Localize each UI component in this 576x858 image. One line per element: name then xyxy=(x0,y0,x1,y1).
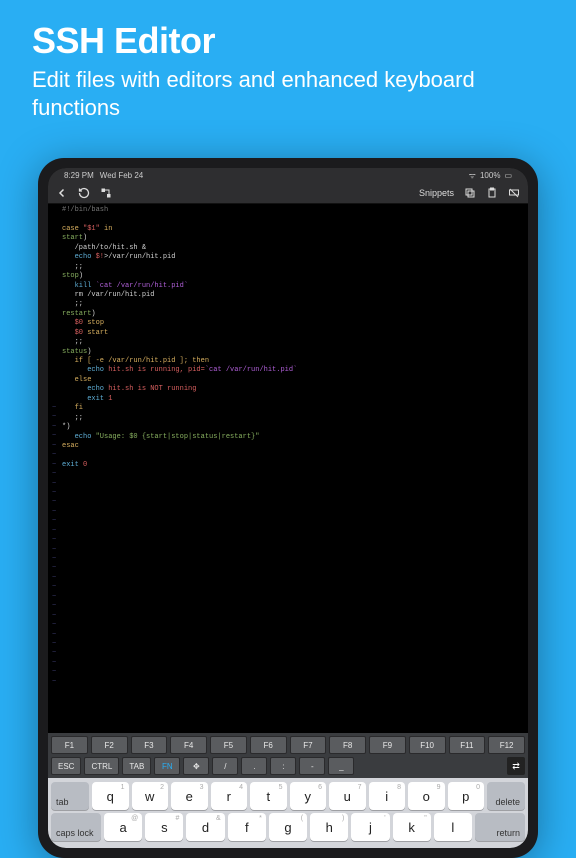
f2-key[interactable]: F2 xyxy=(91,736,128,754)
kb-y[interactable]: 6y xyxy=(290,782,327,810)
wifi-icon: ᯤ xyxy=(469,170,476,181)
kb-h[interactable]: )h xyxy=(310,813,348,841)
kb-j[interactable]: 'j xyxy=(351,813,389,841)
keyboard-hide-icon[interactable] xyxy=(508,187,520,199)
copy-icon[interactable] xyxy=(464,187,476,199)
ctrl-key[interactable]: CTRL xyxy=(84,757,119,775)
fn-key[interactable]: FN xyxy=(154,757,180,775)
soft-keyboard: tab 1q 2w 3e 4r 5t 6y 7u 8i 9o 0p delete… xyxy=(48,778,528,848)
status-bar: 8:29 PM Wed Feb 24 ᯤ 100% ▭ xyxy=(48,168,528,182)
promo-title: SSH Editor xyxy=(32,20,544,62)
kb-s[interactable]: #s xyxy=(145,813,183,841)
status-time: 8:29 PM xyxy=(64,171,94,180)
ctrl-key-row: ESC CTRL TAB FN ✥ / . : - _ ⇄ xyxy=(48,754,528,778)
kb-f[interactable]: *f xyxy=(228,813,266,841)
kb-return[interactable]: return xyxy=(475,813,525,841)
tablet-frame: 8:29 PM Wed Feb 24 ᯤ 100% ▭ Snippets xyxy=(38,158,538,858)
f5-key[interactable]: F5 xyxy=(210,736,247,754)
kb-delete[interactable]: delete xyxy=(487,782,525,810)
esc-key[interactable]: ESC xyxy=(51,757,81,775)
paste-icon[interactable] xyxy=(486,187,498,199)
slash-key[interactable]: / xyxy=(212,757,238,775)
kb-a[interactable]: @a xyxy=(104,813,142,841)
kb-g[interactable]: (g xyxy=(269,813,307,841)
f9-key[interactable]: F9 xyxy=(369,736,406,754)
arrows-key[interactable]: ✥ xyxy=(183,757,209,775)
screen: 8:29 PM Wed Feb 24 ᯤ 100% ▭ Snippets xyxy=(48,168,528,848)
kb-o[interactable]: 9o xyxy=(408,782,445,810)
kb-l[interactable]: l xyxy=(434,813,472,841)
connection-icon[interactable] xyxy=(100,187,112,199)
kb-w[interactable]: 2w xyxy=(132,782,169,810)
back-icon[interactable] xyxy=(56,187,68,199)
battery-icon: ▭ xyxy=(504,171,512,180)
f11-key[interactable]: F11 xyxy=(449,736,486,754)
kb-t[interactable]: 5t xyxy=(250,782,287,810)
tilde-gutter: ~~~~~~~~~~~~~~~~~~~~~~~~~~~~~~ xyxy=(52,404,56,733)
snippets-button[interactable]: Snippets xyxy=(419,188,454,198)
status-date: Wed Feb 24 xyxy=(100,171,143,180)
promo-subtitle: Edit files with editors and enhanced key… xyxy=(32,66,544,121)
fn-key-row: F1 F2 F3 F4 F5 F6 F7 F8 F9 F10 F11 F12 xyxy=(48,733,528,754)
f4-key[interactable]: F4 xyxy=(170,736,207,754)
kb-p[interactable]: 0p xyxy=(448,782,485,810)
kb-capslock[interactable]: caps lock xyxy=(51,813,101,841)
f6-key[interactable]: F6 xyxy=(250,736,287,754)
swap-icon[interactable]: ⇄ xyxy=(507,757,525,775)
kb-q[interactable]: 1q xyxy=(92,782,129,810)
f8-key[interactable]: F8 xyxy=(329,736,366,754)
f7-key[interactable]: F7 xyxy=(290,736,327,754)
colon-key[interactable]: : xyxy=(270,757,296,775)
kb-d[interactable]: &d xyxy=(186,813,224,841)
underscore-key[interactable]: _ xyxy=(328,757,354,775)
reload-icon[interactable] xyxy=(78,187,90,199)
tab-key[interactable]: TAB xyxy=(122,757,151,775)
f10-key[interactable]: F10 xyxy=(409,736,446,754)
kb-r[interactable]: 4r xyxy=(211,782,248,810)
kb-e[interactable]: 3e xyxy=(171,782,208,810)
battery-pct: 100% xyxy=(480,171,500,180)
f1-key[interactable]: F1 xyxy=(51,736,88,754)
code-content: #!/bin/bash case "$1" in start) /path/to… xyxy=(62,206,524,470)
kb-i[interactable]: 8i xyxy=(369,782,406,810)
editor-toolbar: Snippets xyxy=(48,182,528,204)
dot-key[interactable]: . xyxy=(241,757,267,775)
kb-u[interactable]: 7u xyxy=(329,782,366,810)
code-editor[interactable]: #!/bin/bash case "$1" in start) /path/to… xyxy=(48,204,528,733)
kb-tab[interactable]: tab xyxy=(51,782,89,810)
dash-key[interactable]: - xyxy=(299,757,325,775)
f12-key[interactable]: F12 xyxy=(488,736,525,754)
f3-key[interactable]: F3 xyxy=(131,736,168,754)
kb-k[interactable]: "k xyxy=(393,813,431,841)
